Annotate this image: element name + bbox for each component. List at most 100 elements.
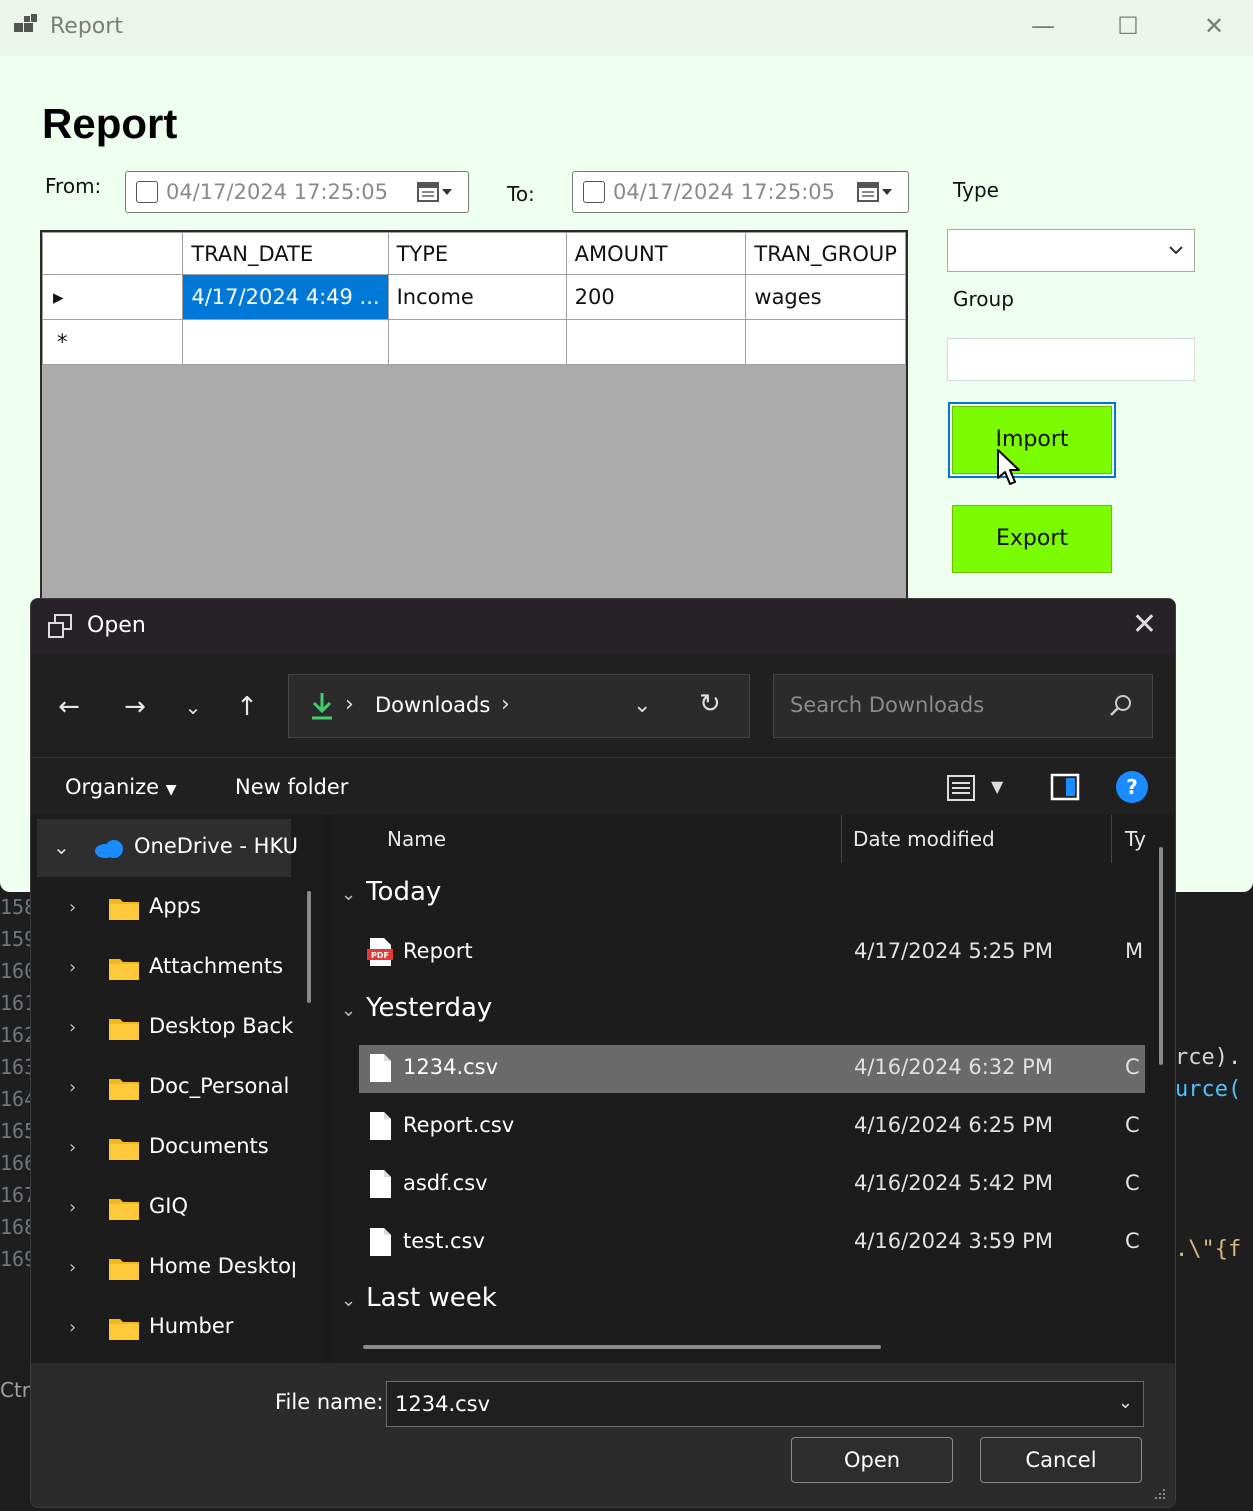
minimize-icon[interactable]: — [1021, 6, 1065, 46]
chevron-right-icon[interactable]: › [69, 1197, 76, 1218]
folder-icon [108, 1135, 140, 1161]
column-header-name[interactable]: Name [387, 827, 446, 851]
chevron-right-icon[interactable]: › [69, 1257, 76, 1278]
group-header[interactable]: ⌄ Last week [341, 1283, 497, 1313]
forward-arrow-icon[interactable]: → [119, 691, 151, 723]
to-date-checkbox[interactable] [583, 181, 605, 203]
column-header-tran-group[interactable]: TRAN_GROUP [745, 232, 906, 275]
nav-scrollbar[interactable] [307, 891, 311, 1003]
list-view-icon[interactable] [945, 772, 977, 804]
table-row[interactable]: ▸ 4/17/2024 4:49 ... Income 200 wages [41, 274, 906, 320]
file-date: 4/16/2024 6:32 PM [854, 1055, 1053, 1079]
calendar-dropdown-icon[interactable] [856, 180, 896, 206]
chevron-down-icon[interactable]: ⌄ [341, 1000, 356, 1021]
chevron-right-icon[interactable]: › [69, 1137, 76, 1158]
refresh-icon[interactable]: ↻ [699, 689, 721, 719]
column-divider[interactable] [1111, 815, 1112, 863]
to-date-picker[interactable]: 04/17/2024 17:25:05 [572, 171, 909, 213]
file-row[interactable]: PDF Report 4/17/2024 5:25 PM M [359, 929, 1145, 977]
file-row[interactable]: 1234.csv 4/16/2024 6:32 PM C [359, 1045, 1145, 1093]
file-row[interactable]: asdf.csv 4/16/2024 5:42 PM C [359, 1161, 1145, 1209]
table-cell[interactable]: 4/17/2024 4:49 ... [182, 274, 389, 320]
nav-item-folder[interactable]: › Apps [31, 879, 325, 939]
nav-item-folder[interactable]: › GIQ [31, 1179, 325, 1239]
group-header[interactable]: ⌄ Today [341, 877, 441, 907]
maximize-icon[interactable]: ☐ [1106, 6, 1150, 46]
search-icon[interactable] [1108, 693, 1134, 719]
file-name-input[interactable]: 1234.csv ⌄ [386, 1381, 1144, 1427]
chevron-right-icon[interactable]: › [69, 897, 76, 918]
close-icon[interactable]: ✕ [1192, 6, 1236, 46]
table-cell[interactable] [565, 319, 747, 365]
table-cell[interactable] [745, 319, 906, 365]
row-indicator[interactable]: ▸ [41, 274, 184, 320]
table-cell[interactable]: wages [745, 274, 906, 320]
title-bar: Report — ☐ ✕ [0, 0, 1253, 56]
nav-item-folder[interactable]: › Attachments [31, 939, 325, 999]
chevron-down-icon[interactable]: ⌄ [341, 884, 356, 905]
file-list-vertical-scrollbar[interactable] [1159, 847, 1163, 1065]
back-arrow-icon[interactable]: ← [53, 691, 85, 723]
from-date-picker[interactable]: 04/17/2024 17:25:05 [125, 171, 469, 213]
recent-locations-chevron-icon[interactable]: ⌄ [177, 691, 209, 723]
column-header-date-modified[interactable]: Date modified [853, 827, 995, 851]
transactions-grid[interactable]: TRAN_DATE TYPE AMOUNT TRAN_GROUP ▸ 4/17/… [40, 230, 908, 610]
breadcrumb-downloads[interactable]: Downloads [375, 693, 490, 717]
column-header-tran-date[interactable]: TRAN_DATE [182, 232, 389, 275]
breadcrumb-separator-icon[interactable]: › [501, 692, 510, 717]
dialog-title-bar: Open ✕ [31, 599, 1175, 655]
preview-pane-icon[interactable] [1049, 771, 1081, 803]
import-button[interactable]: Import [948, 402, 1116, 478]
resize-grip-icon[interactable] [1151, 1487, 1167, 1503]
group-input[interactable] [947, 338, 1195, 381]
nav-item-folder[interactable]: › Humber [31, 1299, 325, 1359]
column-header-amount[interactable]: AMOUNT [565, 232, 747, 275]
search-placeholder: Search Downloads [790, 693, 985, 717]
column-header-type[interactable]: Ty [1125, 827, 1146, 851]
chevron-right-icon[interactable]: › [69, 957, 76, 978]
column-header-type[interactable]: TYPE [387, 232, 567, 275]
up-arrow-icon[interactable]: ↑ [231, 691, 263, 723]
cancel-button[interactable]: Cancel [980, 1437, 1142, 1483]
chevron-down-icon [1169, 246, 1183, 255]
file-row[interactable]: test.csv 4/16/2024 3:59 PM C [359, 1219, 1145, 1267]
open-button[interactable]: Open [791, 1437, 953, 1483]
help-icon[interactable]: ? [1116, 771, 1148, 803]
nav-item-label: GIQ [149, 1194, 188, 1218]
calendar-dropdown-icon[interactable] [416, 180, 456, 206]
table-cell[interactable] [182, 319, 389, 365]
organize-button[interactable]: Organize ▼ [65, 775, 177, 799]
search-box[interactable]: Search Downloads [773, 674, 1153, 738]
dialog-footer: File name: 1234.csv ⌄ Open Cancel [31, 1363, 1175, 1507]
file-list-horizontal-scrollbar[interactable] [363, 1345, 881, 1349]
nav-item-folder[interactable]: › Desktop Back [31, 999, 325, 1059]
chevron-right-icon[interactable]: › [69, 1317, 76, 1338]
chevron-down-icon[interactable]: ⌄ [1118, 1392, 1133, 1413]
new-row-indicator[interactable]: * [41, 319, 184, 365]
chevron-right-icon[interactable]: › [69, 1017, 76, 1038]
view-options-caret-icon[interactable]: ▼ [991, 777, 1003, 796]
address-dropdown-icon[interactable]: ⌄ [633, 693, 651, 718]
new-row[interactable]: * [41, 319, 906, 365]
column-divider[interactable] [841, 815, 842, 863]
address-bar[interactable]: › Downloads › ⌄ ↻ [288, 674, 750, 738]
file-date: 4/16/2024 6:25 PM [854, 1113, 1053, 1137]
chevron-right-icon[interactable]: › [69, 1077, 76, 1098]
export-button[interactable]: Export [952, 505, 1112, 573]
nav-item-onedrive[interactable]: ⌄ OneDrive - HKU [37, 819, 298, 877]
close-icon[interactable]: ✕ [1132, 607, 1157, 642]
chevron-down-icon[interactable]: ⌄ [341, 1290, 356, 1311]
from-date-checkbox[interactable] [136, 181, 158, 203]
new-folder-button[interactable]: New folder [235, 775, 348, 799]
group-header[interactable]: ⌄ Yesterday [341, 993, 492, 1023]
window-icon [48, 614, 72, 638]
chevron-down-icon[interactable]: ⌄ [53, 835, 70, 859]
type-select[interactable] [947, 229, 1195, 272]
nav-item-folder[interactable]: › Doc_Personal [31, 1059, 325, 1119]
table-cell[interactable] [387, 319, 567, 365]
table-cell[interactable]: Income [387, 274, 567, 320]
file-row[interactable]: Report.csv 4/16/2024 6:25 PM C [359, 1103, 1145, 1151]
nav-item-folder[interactable]: › Home Desktop [31, 1239, 325, 1299]
table-cell[interactable]: 200 [565, 274, 747, 320]
nav-item-folder[interactable]: › Documents [31, 1119, 325, 1179]
